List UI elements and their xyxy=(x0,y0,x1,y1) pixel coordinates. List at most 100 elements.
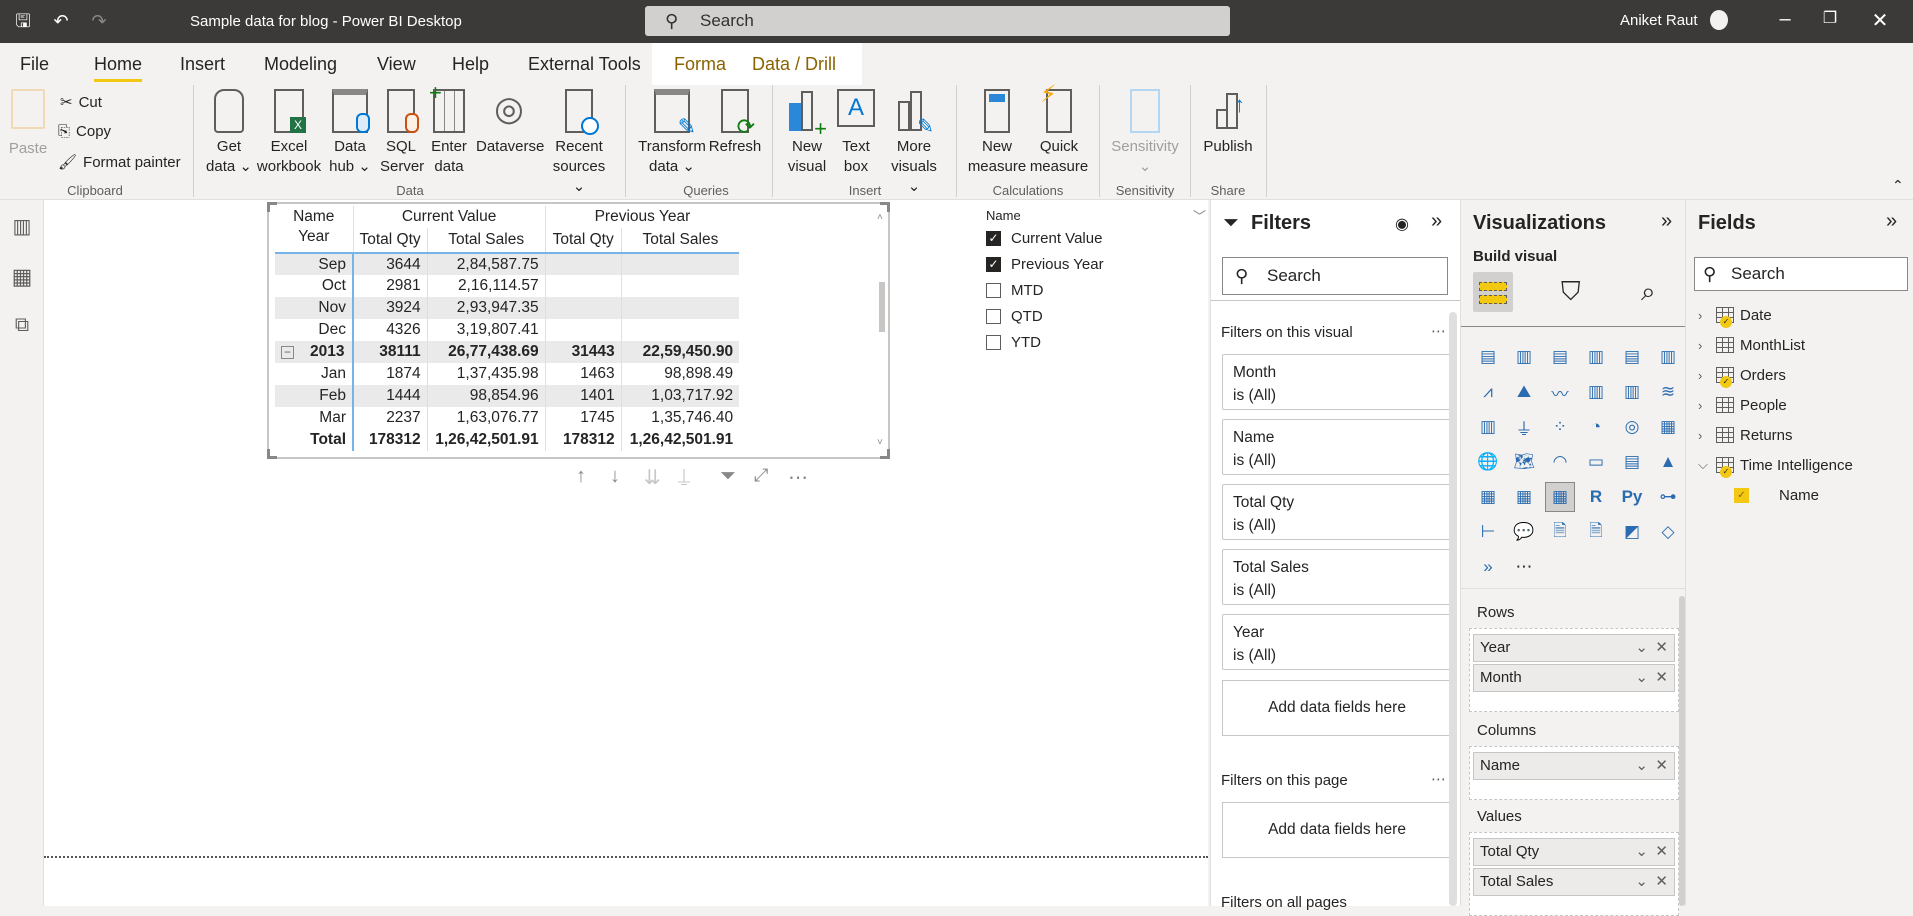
table-cell[interactable]: 1874 xyxy=(352,363,428,385)
chevron-right-icon[interactable]: › xyxy=(1698,398,1712,413)
undo-icon[interactable]: ↶ xyxy=(50,10,72,32)
row-header[interactable]: Sep xyxy=(275,253,354,275)
row-header[interactable]: − 2013 xyxy=(275,341,354,363)
column-header[interactable]: Year xyxy=(275,228,353,254)
checkbox[interactable]: ✓ xyxy=(1734,487,1749,503)
python-visual-icon[interactable]: Py xyxy=(1617,482,1647,512)
checkbox[interactable]: ✓ xyxy=(986,256,1001,272)
stacked-bar-visual-icon[interactable]: ▤ xyxy=(1473,342,1503,372)
remove-icon[interactable]: ✕ xyxy=(1655,839,1668,865)
100-column-visual-icon[interactable]: ▥ xyxy=(1653,342,1683,372)
tab-file[interactable]: File xyxy=(20,43,49,85)
minimize-icon[interactable]: – xyxy=(1770,8,1800,31)
field-pill[interactable]: Name ⌄ ✕ xyxy=(1473,752,1675,780)
table-cell[interactable]: 2981 xyxy=(352,275,428,297)
matrix-visual-icon[interactable]: ▦ xyxy=(1545,482,1575,512)
filter-card[interactable]: Total Sales is (All) xyxy=(1222,549,1452,605)
analytics-icon[interactable]: ⌕ xyxy=(1641,276,1656,308)
tab-help[interactable]: Help xyxy=(452,43,489,85)
field-pill[interactable]: Total Sales ⌄ ✕ xyxy=(1473,868,1675,896)
table-cell[interactable]: 1,35,746.40 xyxy=(620,407,740,429)
clustered-bar-visual-icon[interactable]: ▤ xyxy=(1545,342,1575,372)
table-cell[interactable]: 98,898.49 xyxy=(620,363,740,385)
remove-icon[interactable]: ✕ xyxy=(1655,753,1668,779)
table-cell[interactable]: 3644 xyxy=(352,253,428,275)
drop-zone[interactable] xyxy=(1473,782,1675,796)
fields-search-input[interactable]: ⚲ Search xyxy=(1694,257,1908,291)
collapse-icon[interactable]: − xyxy=(281,346,294,359)
table-cell[interactable]: 1,03,717.92 xyxy=(620,385,740,407)
chevron-down-icon[interactable]: ⌄ xyxy=(1635,635,1648,661)
column-header[interactable]: Total Sales xyxy=(426,228,546,254)
slicer-item[interactable]: QTD xyxy=(986,303,1206,329)
checkbox[interactable]: ✓ xyxy=(986,230,1001,246)
multi-row-card-visual-icon[interactable]: ▤ xyxy=(1617,447,1647,477)
table-cell[interactable]: 1444 xyxy=(352,385,428,407)
100-bar-visual-icon[interactable]: ▤ xyxy=(1617,342,1647,372)
slicer-visual-icon[interactable]: ▦ xyxy=(1473,482,1503,512)
user-name[interactable]: Aniket Raut xyxy=(1620,12,1698,29)
expand-next-level-icon[interactable]: ⇊ xyxy=(644,465,661,490)
donut-visual-icon[interactable]: ◎ xyxy=(1617,412,1647,442)
column-header[interactable]: Total Sales xyxy=(620,228,740,254)
filters-search-input[interactable]: ⚲ Search xyxy=(1222,257,1448,295)
filter-icon[interactable]: ⏷ xyxy=(720,465,736,488)
scrollbar[interactable] xyxy=(1449,312,1457,906)
drop-zone[interactable] xyxy=(1473,694,1675,708)
table-cell[interactable]: 98,854.96 xyxy=(426,385,546,407)
table-cell[interactable]: 4326 xyxy=(352,319,428,341)
field-table[interactable]: › ✓ Date xyxy=(1698,300,1853,330)
table-cell[interactable] xyxy=(620,319,740,341)
chevron-right-icon[interactable]: › xyxy=(1698,308,1712,323)
matrix-visual[interactable]: Name Current Value Previous Year Year To… xyxy=(267,202,890,459)
qna-visual-icon[interactable]: 💬 xyxy=(1509,517,1539,547)
chevron-down-icon[interactable]: ﹀ xyxy=(1193,206,1206,225)
table-cell[interactable]: 1745 xyxy=(544,407,622,429)
filter-card[interactable]: Month is (All) xyxy=(1222,354,1452,410)
values-well[interactable]: Total Qty ⌄ ✕ Total Sales ⌄ ✕ xyxy=(1469,832,1679,916)
chevron-right-icon[interactable]: › xyxy=(1698,368,1712,383)
tab-home[interactable]: Home xyxy=(94,43,143,85)
table-cell[interactable]: 1,26,42,501.91 xyxy=(426,429,546,451)
column-header[interactable]: Current Value xyxy=(352,206,546,228)
resize-handle[interactable] xyxy=(880,202,890,212)
dataverse-button[interactable]: ◎ Dataverse xyxy=(476,89,544,157)
sql-server-button[interactable]: SQL Server xyxy=(380,89,424,177)
row-header[interactable]: Oct xyxy=(275,275,354,297)
power-automate-visual-icon[interactable]: » xyxy=(1473,552,1503,582)
table-cell[interactable]: 1,37,435.98 xyxy=(426,363,546,385)
table-cell[interactable]: 3924 xyxy=(352,297,428,319)
search-input[interactable]: ⚲ Search xyxy=(645,6,1230,36)
slicer-item[interactable]: MTD xyxy=(986,277,1206,303)
recent-sources-button[interactable]: Recent sources ⌄ xyxy=(548,89,610,197)
model-view-icon[interactable]: ⧉ xyxy=(8,314,36,342)
arcgis-visual-icon[interactable]: ◩ xyxy=(1617,517,1647,547)
more-options-icon[interactable]: ⋯ xyxy=(788,465,808,490)
table-cell[interactable] xyxy=(544,319,622,341)
drop-zone[interactable] xyxy=(1473,898,1675,912)
table-cell[interactable]: 2,93,947.35 xyxy=(426,297,546,319)
stacked-column-visual-icon[interactable]: ▥ xyxy=(1509,342,1539,372)
row-header[interactable]: Mar xyxy=(275,407,354,429)
line-visual-icon[interactable]: ⩘ xyxy=(1473,377,1503,407)
chevron-down-icon[interactable]: ⌵ xyxy=(1698,457,1712,473)
table-cell[interactable]: 22,59,450.90 xyxy=(620,341,740,363)
text-box-button[interactable]: A Text box xyxy=(834,89,878,177)
line-clustered-column-visual-icon[interactable]: ▥ xyxy=(1617,377,1647,407)
collapse-fields-icon[interactable]: » xyxy=(1886,210,1897,233)
field-table[interactable]: › ✓ Orders xyxy=(1698,360,1853,390)
row-header[interactable]: Dec xyxy=(275,319,354,341)
tab-view[interactable]: View xyxy=(377,43,416,85)
get-data-button[interactable]: Get data ⌄ xyxy=(206,89,252,177)
report-view-icon[interactable]: ▥ xyxy=(8,214,36,242)
restore-icon[interactable]: ❐ xyxy=(1815,8,1845,28)
table-visual-icon[interactable]: ▦ xyxy=(1509,482,1539,512)
field-item[interactable]: ✓ Name xyxy=(1698,480,1853,510)
data-view-icon[interactable]: ▦ xyxy=(8,264,36,292)
format-visual-icon[interactable]: ⛉ xyxy=(1561,276,1581,308)
scroll-down-icon[interactable]: ˅ xyxy=(877,437,883,448)
tab-modeling[interactable]: Modeling xyxy=(264,43,337,85)
chevron-down-icon[interactable]: ⌄ xyxy=(1635,665,1648,691)
ribbon-visual-icon[interactable]: ≋ xyxy=(1653,377,1683,407)
remove-icon[interactable]: ✕ xyxy=(1655,869,1668,895)
